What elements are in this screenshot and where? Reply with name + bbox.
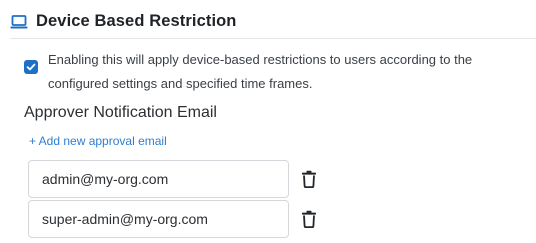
section-header: Device Based Restriction — [10, 12, 236, 31]
section-divider — [10, 38, 536, 39]
laptop-icon — [10, 14, 28, 30]
email-row — [28, 200, 317, 238]
restriction-checkbox-row: Enabling this will apply device-based re… — [24, 48, 524, 96]
trash-icon[interactable] — [301, 170, 317, 189]
section-title: Device Based Restriction — [36, 12, 237, 30]
device-restriction-panel: Device Based Restriction Enabling this w… — [0, 0, 536, 243]
email-row — [28, 160, 317, 198]
approval-email-input[interactable] — [28, 200, 289, 238]
restriction-checkbox[interactable] — [24, 60, 38, 74]
checkmark-icon — [26, 63, 36, 71]
trash-icon[interactable] — [301, 210, 317, 229]
approval-email-input[interactable] — [28, 160, 289, 198]
add-approval-email-link[interactable]: + Add new approval email — [29, 134, 167, 148]
restriction-checkbox-label: Enabling this will apply device-based re… — [48, 52, 473, 91]
approver-email-title: Approver Notification Email — [24, 104, 217, 121]
